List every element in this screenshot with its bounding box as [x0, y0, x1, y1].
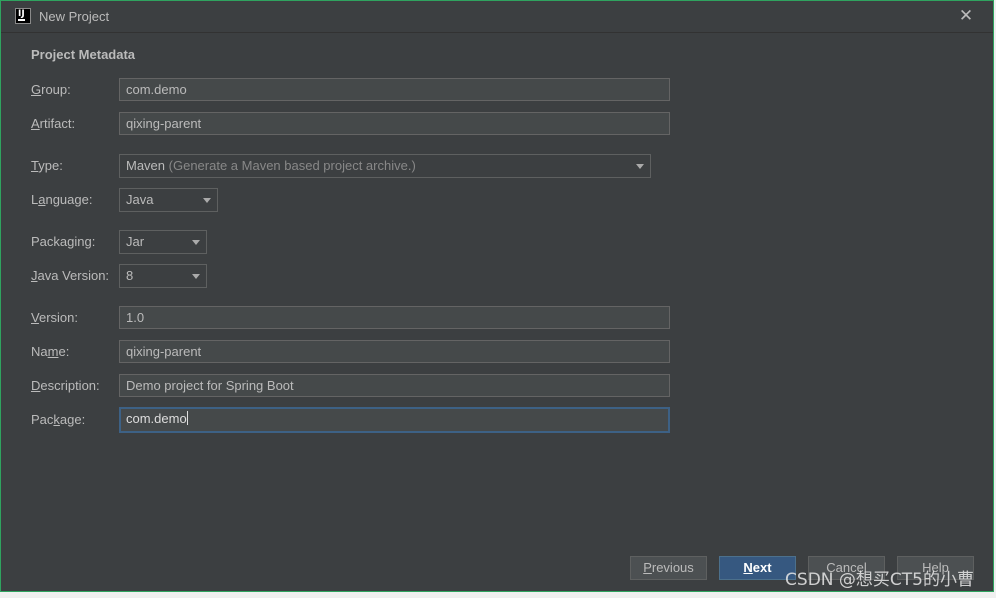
package-label-pre: Pac [31, 412, 54, 427]
package-label-text: age: [59, 412, 86, 427]
previous-label: revious [651, 560, 694, 575]
package-field[interactable]: com.demo [119, 407, 670, 433]
packaging-label-text: ing: [74, 234, 96, 249]
version-field[interactable]: 1.0 [119, 306, 670, 329]
description-label-mnemonic: D [31, 378, 41, 393]
package-label: Package: [31, 412, 85, 428]
java-version-dropdown[interactable]: 8 [119, 264, 207, 288]
description-field[interactable]: Demo project for Spring Boot [119, 374, 670, 397]
artifact-label-mnemonic: A [31, 116, 40, 131]
language-label-text: nguage: [45, 192, 93, 207]
version-value: 1.0 [126, 310, 145, 325]
packaging-label-pre: Packa [31, 234, 68, 249]
type-label-text: ype: [38, 158, 63, 173]
app-icon-text: IJ [18, 9, 25, 19]
artifact-value: qixing-parent [126, 116, 202, 131]
packaging-value: Jar [126, 234, 145, 249]
group-value: com.demo [126, 82, 187, 97]
close-icon[interactable]: ✕ [957, 7, 975, 25]
next-label: ext [752, 560, 772, 575]
window-title: New Project [39, 9, 110, 24]
intellij-app-icon: IJ [15, 8, 31, 24]
group-label: Group: [31, 82, 71, 98]
chevron-down-icon [203, 198, 211, 203]
previous-mnemonic: P [643, 560, 652, 575]
type-label: Type: [31, 158, 63, 174]
packaging-dropdown[interactable]: Jar [119, 230, 207, 254]
chevron-down-icon [636, 164, 644, 169]
language-value: Java [126, 192, 154, 207]
csdn-watermark: CSDN @想买CT5的小曹 [785, 570, 974, 590]
type-dropdown[interactable]: Maven (Generate a Maven based project ar… [119, 154, 651, 178]
version-label: Version: [31, 310, 78, 326]
package-value: com.demo [126, 411, 187, 426]
artifact-field[interactable]: qixing-parent [119, 112, 670, 135]
description-label-text: escription: [40, 378, 100, 393]
dialog-content: Project Metadata Group: com.demo Artifac… [9, 33, 985, 591]
name-label-pre: Na [31, 344, 48, 359]
group-field[interactable]: com.demo [119, 78, 670, 101]
title-bar: IJ New Project ✕ [1, 1, 993, 33]
artifact-label-text: rtifact: [39, 116, 76, 131]
chevron-down-icon [192, 274, 200, 279]
artifact-label: Artifact: [31, 116, 75, 132]
new-project-dialog: IJ New Project ✕ Project Metadata Group:… [0, 0, 994, 592]
name-label: Name: [31, 344, 69, 360]
java-version-label: Java Version: [31, 268, 109, 284]
packaging-label: Packaging: [31, 234, 95, 250]
description-label: Description: [31, 378, 100, 394]
type-value: Maven [126, 158, 166, 173]
language-dropdown[interactable]: Java [119, 188, 218, 212]
chevron-down-icon [192, 240, 200, 245]
next-mnemonic: N [743, 560, 753, 575]
description-value: Demo project for Spring Boot [126, 378, 294, 393]
name-label-text: e: [58, 344, 70, 359]
app-icon-bar [18, 19, 25, 21]
text-caret [186, 411, 188, 425]
previous-button[interactable]: Previous [630, 556, 707, 580]
java-version-value: 8 [126, 268, 134, 283]
name-field[interactable]: qixing-parent [119, 340, 670, 363]
version-label-mnemonic: V [31, 310, 39, 325]
type-hint: (Generate a Maven based project archive.… [168, 158, 416, 173]
name-value: qixing-parent [126, 344, 202, 359]
group-label-mnemonic: G [31, 82, 42, 97]
group-label-text: roup: [41, 82, 71, 97]
version-label-text: ersion: [38, 310, 78, 325]
section-title: Project Metadata [31, 47, 136, 62]
language-label: Language: [31, 192, 92, 208]
java-version-label-text: ava Version: [37, 268, 110, 283]
name-label-mnemonic: m [47, 344, 59, 359]
